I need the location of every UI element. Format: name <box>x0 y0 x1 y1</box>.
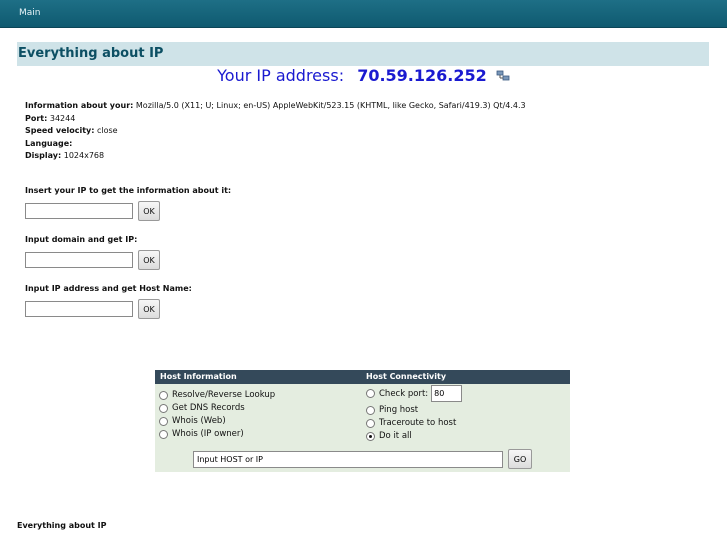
do-it-all-option-label: Do it all <box>379 431 412 441</box>
network-icon <box>496 67 510 86</box>
port-value: 34244 <box>49 113 76 123</box>
radio-button-icon[interactable] <box>366 418 375 428</box>
domain-lookup-form: Input domain and get IP: OK <box>25 235 160 270</box>
display-value: 1024x768 <box>63 151 105 160</box>
ip-address-line: Your IP address: 70.59.126.252 <box>0 66 727 86</box>
port-label: Port: <box>25 113 48 123</box>
ip-lookup-input[interactable] <box>25 203 133 219</box>
host-connectivity-header: Host Connectivity <box>366 372 447 381</box>
resolve-option-label: Resolve/Reverse Lookup <box>172 390 276 400</box>
speed-value: close <box>97 126 118 135</box>
radio-do-it-all[interactable]: Do it all <box>366 431 412 441</box>
page-title: Everything about IP <box>18 46 164 61</box>
radio-dns[interactable]: Get DNS Records <box>159 403 245 413</box>
whois-web-option-label: Whois (Web) <box>172 416 226 426</box>
host-information-header: Host Information <box>160 372 237 381</box>
radio-check-port[interactable]: Check port: <box>366 385 463 402</box>
domain-input[interactable] <box>25 252 133 268</box>
whois-owner-option-label: Whois (IP owner) <box>172 429 244 439</box>
language-row: Language: <box>25 138 526 151</box>
check-port-option-label: Check port: <box>379 388 429 399</box>
language-label: Language: <box>25 138 73 148</box>
display-row: Display: 1024x768 <box>25 150 526 163</box>
hostname-ip-input[interactable] <box>25 301 133 317</box>
port-row: Port: 34244 <box>25 113 526 126</box>
host-or-ip-input[interactable] <box>193 451 503 468</box>
go-button[interactable]: GO <box>508 449 532 469</box>
footer-text: Everything about IP <box>17 521 107 530</box>
domain-lookup-label: Input domain and get IP: <box>25 235 138 244</box>
ip-lookup-ok-button[interactable]: OK <box>138 201 160 221</box>
hostname-lookup-label: Input IP address and get Host Name: <box>25 284 192 293</box>
radio-button-icon[interactable] <box>159 416 168 426</box>
ip-address-label: Your IP address: <box>217 66 345 85</box>
speed-row: Speed velocity: close <box>25 125 526 138</box>
radio-button-icon[interactable] <box>366 405 375 415</box>
top-navigation-bar: Main <box>0 0 727 28</box>
hostname-ok-button[interactable]: OK <box>138 299 160 319</box>
hostname-lookup-form: Input IP address and get Host Name: OK <box>25 284 192 319</box>
radio-button-icon[interactable] <box>159 429 168 439</box>
radio-button-icon[interactable] <box>366 389 375 398</box>
radio-whois-owner[interactable]: Whois (IP owner) <box>159 429 244 439</box>
speed-label: Speed velocity: <box>25 126 95 135</box>
radio-ping[interactable]: Ping host <box>366 405 418 415</box>
tools-header: Host Information Host Connectivity <box>155 370 570 384</box>
traceroute-option-label: Traceroute to host <box>379 418 457 428</box>
radio-resolve[interactable]: Resolve/Reverse Lookup <box>159 390 275 400</box>
nav-main-link[interactable]: Main <box>19 8 41 18</box>
port-input[interactable] <box>431 385 463 402</box>
page-heading-bar: Everything about IP <box>17 42 709 66</box>
user-agent-label: Information about your: <box>25 101 134 110</box>
ip-lookup-label: Insert your IP to get the information ab… <box>25 186 232 195</box>
domain-ok-button[interactable]: OK <box>138 250 160 270</box>
radio-whois-web[interactable]: Whois (Web) <box>159 416 226 426</box>
radio-button-selected-icon[interactable] <box>366 431 375 441</box>
host-tools-panel: Host Information Host Connectivity Resol… <box>155 370 570 472</box>
ip-address-value: 70.59.126.252 <box>357 66 487 85</box>
radio-button-icon[interactable] <box>159 390 168 400</box>
user-agent-row: Information about your: Mozilla/5.0 (X11… <box>25 100 526 113</box>
ping-option-label: Ping host <box>379 405 419 415</box>
radio-traceroute[interactable]: Traceroute to host <box>366 418 456 428</box>
radio-button-icon[interactable] <box>159 403 168 413</box>
client-info-block: Information about your: Mozilla/5.0 (X11… <box>25 100 526 163</box>
dns-option-label: Get DNS Records <box>172 403 245 413</box>
user-agent-value: Mozilla/5.0 (X11; U; Linux; en-US) Apple… <box>135 101 526 110</box>
display-label: Display: <box>25 151 62 160</box>
ip-lookup-form: Insert your IP to get the information ab… <box>25 186 231 221</box>
